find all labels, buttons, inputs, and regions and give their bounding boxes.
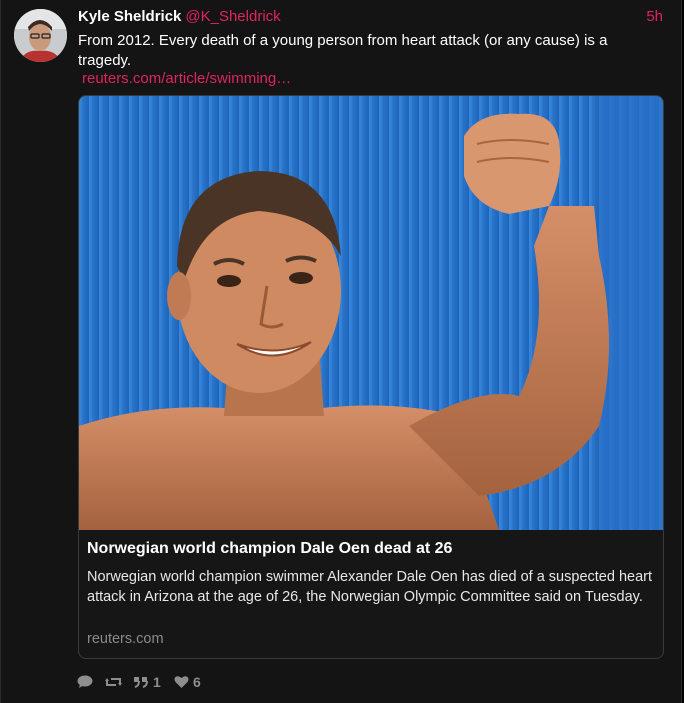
link-card[interactable]: Norwegian world champion Dale Oen dead a…: [78, 95, 664, 659]
avatar-image: [14, 9, 67, 62]
tweet[interactable]: Kyle Sheldrick @K_Sheldrick 5h From 2012.…: [0, 0, 682, 703]
card-image: [79, 96, 663, 530]
card-domain: reuters.com: [87, 631, 164, 647]
display-name[interactable]: Kyle Sheldrick: [78, 8, 181, 25]
like-count: 6: [193, 674, 201, 690]
quote-count: 1: [153, 674, 161, 690]
retweet-icon: [105, 678, 122, 686]
article-link[interactable]: reuters.com/article/swimming…: [82, 70, 291, 87]
heart-icon: [174, 676, 189, 688]
timestamp[interactable]: 5h: [646, 8, 663, 25]
avatar[interactable]: [14, 9, 67, 62]
speech-bubble-icon: [77, 675, 93, 688]
tweet-text: From 2012. Every death of a young person…: [78, 32, 608, 69]
user-handle[interactable]: @K_Sheldrick: [185, 8, 280, 25]
card-title[interactable]: Norwegian world champion Dale Oen dead a…: [87, 540, 657, 558]
card-description: Norwegian world champion swimmer Alexand…: [87, 569, 652, 605]
tweet-header: Kyle Sheldrick @K_Sheldrick 5h: [78, 8, 663, 28]
quote-icon: [134, 677, 148, 688]
